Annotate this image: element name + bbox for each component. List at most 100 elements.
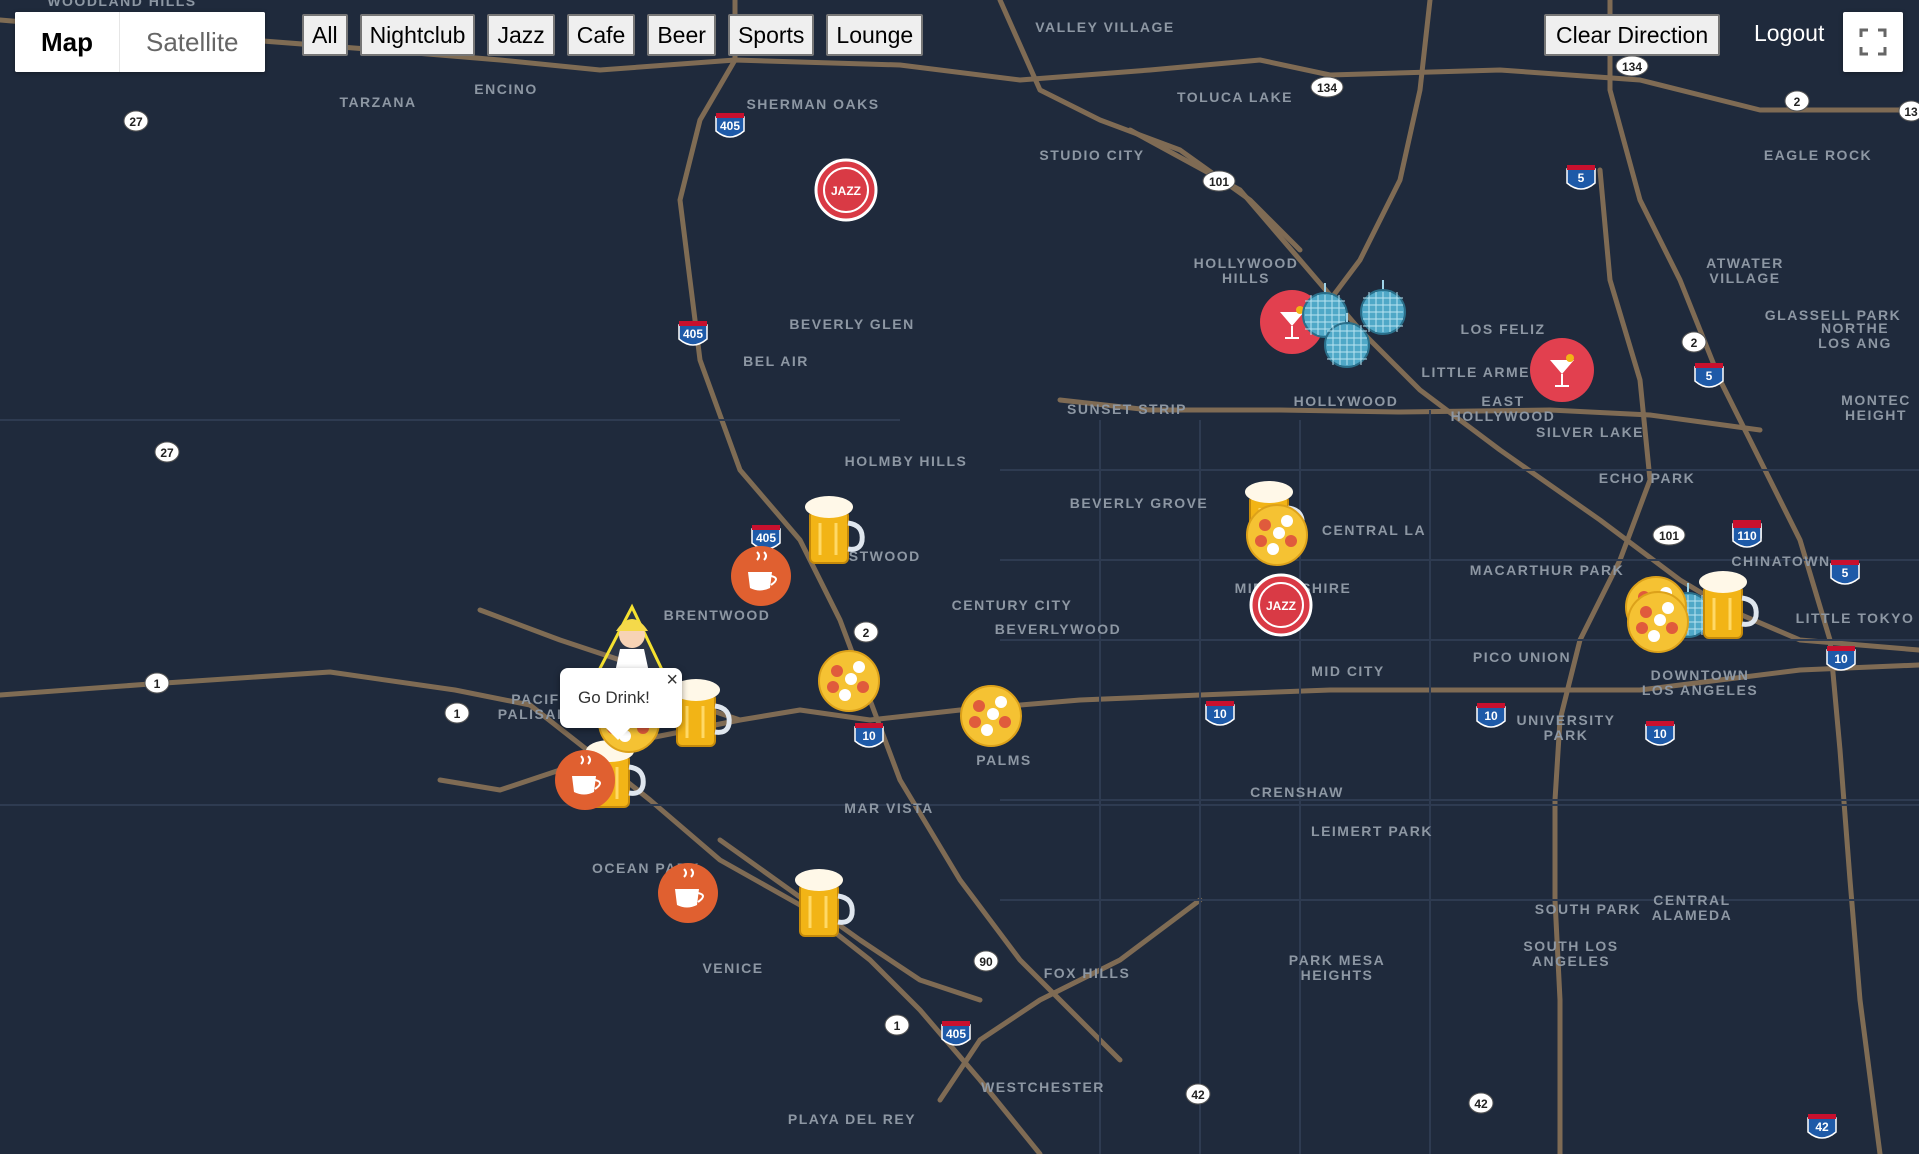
route-shield: 27 bbox=[123, 110, 149, 132]
route-shield: 101 bbox=[1652, 524, 1686, 546]
route-shield: 405 bbox=[751, 525, 781, 550]
route-shield: 2 bbox=[853, 621, 879, 643]
route-shield: 405 bbox=[715, 113, 745, 138]
place-label: HOLMBY HILLS bbox=[845, 453, 968, 469]
map-canvas[interactable]: VALLEY VILLAGE TOLUCA LAKE TARZANA ENCINO SH… bbox=[0, 0, 1919, 1154]
sports-marker[interactable] bbox=[818, 650, 880, 712]
svg-text:405: 405 bbox=[720, 119, 740, 133]
svg-text:10: 10 bbox=[1213, 707, 1227, 721]
svg-text:134: 134 bbox=[1317, 81, 1337, 95]
fullscreen-icon bbox=[1859, 28, 1887, 56]
category-filter-bar: All Nightclub Jazz Cafe Beer Sports Loun… bbox=[302, 14, 935, 56]
place-label: SOUTH PARK bbox=[1535, 901, 1642, 917]
place-label: TOLUCA LAKE bbox=[1177, 89, 1293, 105]
sports-marker[interactable] bbox=[1627, 591, 1689, 653]
place-label: WESTCHESTER bbox=[981, 1079, 1105, 1095]
place-label: BEVERLY GROVE bbox=[1070, 495, 1209, 511]
svg-text:1: 1 bbox=[454, 707, 461, 721]
filter-all-button[interactable]: All bbox=[302, 14, 348, 56]
filter-beer-button[interactable]: Beer bbox=[647, 14, 716, 56]
place-label: FOX HILLS bbox=[1044, 965, 1131, 981]
route-shield: 90 bbox=[973, 950, 999, 972]
filter-cafe-button[interactable]: Cafe bbox=[566, 14, 636, 56]
filter-jazz-button[interactable]: Jazz bbox=[487, 14, 555, 56]
map-type-control: Map Satellite bbox=[15, 12, 265, 72]
filter-lounge-button[interactable]: Lounge bbox=[826, 14, 924, 56]
cafe-marker[interactable] bbox=[731, 546, 791, 606]
svg-text:1: 1 bbox=[154, 677, 161, 691]
map-view-button[interactable]: Map bbox=[15, 12, 119, 72]
place-label: CHINATOWN bbox=[1731, 553, 1830, 569]
place-label: DOWNTOWN LOS ANGELES bbox=[1642, 667, 1758, 698]
cafe-marker[interactable] bbox=[555, 750, 615, 810]
place-label: ECHO PARK bbox=[1599, 470, 1695, 486]
svg-text:42: 42 bbox=[1191, 1088, 1205, 1102]
fullscreen-button[interactable] bbox=[1843, 12, 1903, 72]
place-label: PLAYA DEL REY bbox=[788, 1111, 916, 1127]
svg-text:27: 27 bbox=[160, 446, 174, 460]
sports-marker[interactable] bbox=[960, 685, 1022, 747]
place-label: VALLEY VILLAGE bbox=[1035, 19, 1175, 35]
close-icon[interactable]: × bbox=[666, 668, 678, 692]
svg-text:13: 13 bbox=[1904, 105, 1918, 119]
place-label: ATWATER VILLAGE bbox=[1706, 255, 1784, 286]
info-window: Go Drink! × bbox=[560, 668, 682, 740]
place-label: BEVERLYWOOD bbox=[995, 621, 1121, 637]
place-label: SUNSET STRIP bbox=[1067, 401, 1187, 417]
svg-text:10: 10 bbox=[1484, 709, 1498, 723]
route-shield: 1 bbox=[444, 702, 470, 724]
place-label: SHERMAN OAKS bbox=[746, 96, 879, 112]
route-shield: 1 bbox=[144, 672, 170, 694]
logout-link[interactable]: Logout bbox=[1754, 20, 1824, 47]
svg-text:2: 2 bbox=[863, 626, 870, 640]
cafe-marker[interactable] bbox=[658, 863, 718, 923]
svg-text:10: 10 bbox=[1653, 727, 1667, 741]
place-label: NORTHE LOS ANG bbox=[1818, 320, 1892, 351]
route-shield: 10 bbox=[1205, 701, 1235, 726]
place-label: MACARTHUR PARK bbox=[1470, 562, 1625, 578]
svg-text:90: 90 bbox=[979, 955, 993, 969]
svg-text:JAZZ: JAZZ bbox=[831, 184, 861, 198]
satellite-view-button[interactable]: Satellite bbox=[119, 12, 265, 72]
clear-direction-button[interactable]: Clear Direction bbox=[1544, 14, 1721, 56]
route-shield: 134 bbox=[1615, 55, 1649, 77]
route-shield: 42 bbox=[1468, 1092, 1494, 1114]
route-shield: 1 bbox=[884, 1014, 910, 1036]
place-label: LITTLE TOKYO bbox=[1796, 610, 1915, 626]
place-label: HOLLYWOOD bbox=[1294, 393, 1399, 409]
svg-text:110: 110 bbox=[1737, 529, 1757, 543]
route-shield: 134 bbox=[1310, 76, 1344, 98]
jazz-marker[interactable]: JAZZ bbox=[814, 158, 878, 222]
filter-nightclub-button[interactable]: Nightclub bbox=[359, 14, 476, 56]
sports-marker[interactable] bbox=[1246, 504, 1308, 566]
route-shield: 10 bbox=[854, 723, 884, 748]
place-label: LEIMERT PARK bbox=[1311, 823, 1433, 839]
svg-text:5: 5 bbox=[1842, 566, 1849, 580]
place-label: PALMS bbox=[976, 752, 1031, 768]
lounge-marker[interactable] bbox=[1530, 338, 1594, 402]
place-label: STUDIO CITY bbox=[1039, 147, 1144, 163]
info-window-text: Go Drink! bbox=[578, 688, 650, 707]
route-shield: 5 bbox=[1830, 560, 1860, 585]
jazz-marker[interactable]: JAZZ bbox=[1249, 573, 1313, 637]
place-label: PICO UNION bbox=[1473, 649, 1571, 665]
route-shield: 42 bbox=[1807, 1114, 1837, 1139]
place-label: TARZANA bbox=[339, 94, 416, 110]
place-label: ENCINO bbox=[474, 81, 537, 97]
place-label: SILVER LAKE bbox=[1536, 424, 1644, 440]
route-shield: 5 bbox=[1566, 165, 1596, 190]
svg-text:2: 2 bbox=[1794, 95, 1801, 109]
svg-text:101: 101 bbox=[1209, 175, 1229, 189]
svg-text:5: 5 bbox=[1706, 369, 1713, 383]
route-shield: 10 bbox=[1826, 646, 1856, 671]
route-shield: 27 bbox=[154, 441, 180, 463]
filter-sports-button[interactable]: Sports bbox=[727, 14, 815, 56]
place-label: BEVERLY GLEN bbox=[789, 316, 914, 332]
place-label: BEL AIR bbox=[743, 353, 809, 369]
place-label: BRENTWOOD bbox=[664, 607, 771, 623]
svg-text:JAZZ: JAZZ bbox=[1266, 599, 1296, 613]
svg-text:101: 101 bbox=[1659, 529, 1679, 543]
svg-text:27: 27 bbox=[129, 115, 143, 129]
svg-text:42: 42 bbox=[1815, 1120, 1829, 1134]
route-shield: 5 bbox=[1694, 363, 1724, 388]
